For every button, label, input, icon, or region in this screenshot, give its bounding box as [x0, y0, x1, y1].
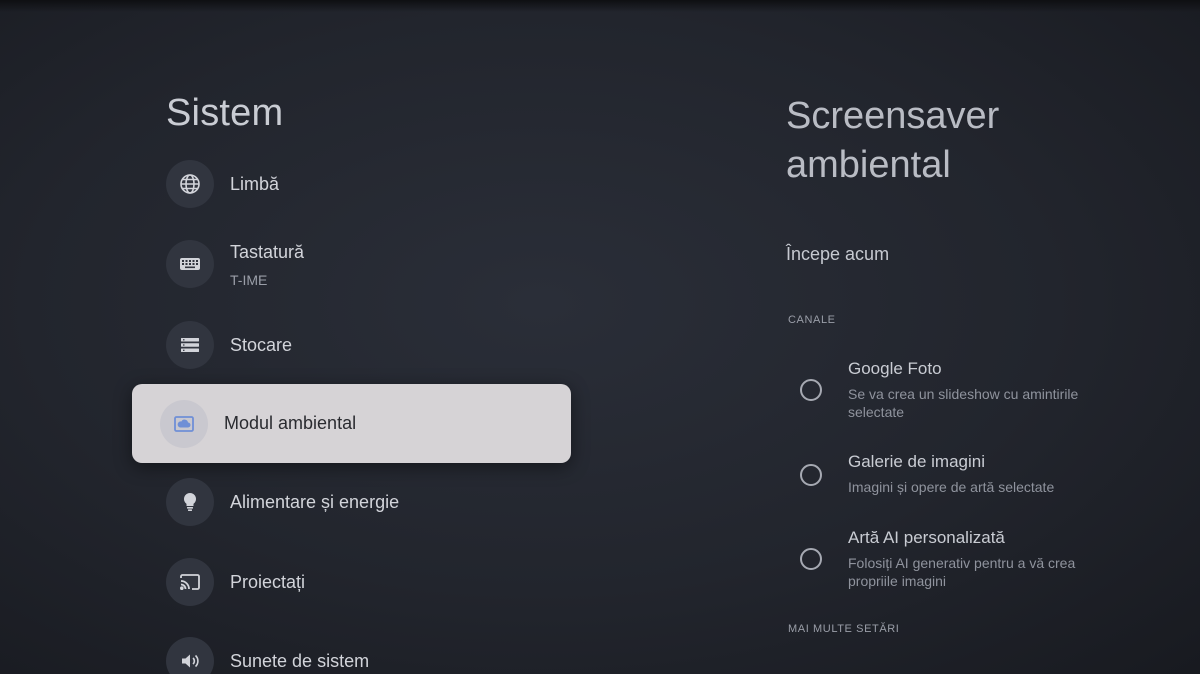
- globe-icon: [166, 160, 214, 208]
- option-description: Se va crea un slideshow cu amintirile se…: [848, 386, 1079, 420]
- option-title: Google Foto: [848, 359, 942, 378]
- radio-button[interactable]: [800, 464, 822, 486]
- menu-item-sunete[interactable]: Sunete de sistem: [166, 637, 566, 674]
- option-title: Artă AI personalizată: [848, 528, 1005, 547]
- menu-sublabel: T-IME: [230, 272, 268, 288]
- menu-label: Alimentare și energie: [230, 492, 400, 512]
- menu-label: Modul ambiental: [224, 413, 357, 433]
- menu-label: Stocare: [230, 335, 293, 355]
- top-edge: [0, 0, 1200, 12]
- lightbulb-icon: [166, 478, 214, 526]
- menu-item-proiectati[interactable]: Proiectați: [166, 558, 566, 618]
- menu-item-tastatura[interactable]: Tastatură T-IME: [166, 240, 566, 300]
- storage-icon: [166, 321, 214, 369]
- menu-item-stocare[interactable]: Stocare: [166, 321, 566, 381]
- menu-label: Sunete de sistem: [230, 651, 370, 671]
- radio-button[interactable]: [800, 548, 822, 570]
- menu-label: Limbă: [230, 174, 280, 194]
- option-description: Imagini și opere de artă selectate: [848, 479, 1055, 495]
- keyboard-icon: [166, 240, 214, 288]
- tv-settings-screen: Sistem Limbă Tastatură T-IME Stocare Mod…: [0, 0, 1200, 674]
- panel-title-sistem: Sistem: [166, 92, 284, 134]
- menu-label: Proiectați: [230, 572, 306, 592]
- option-title: Galerie de imagini: [848, 452, 986, 471]
- section-header-mai-multe-setari: MAI MULTE SETĂRI: [788, 623, 900, 635]
- option-description: Folosiți AI generativ pentru a vă crea p…: [848, 555, 1076, 589]
- volume-icon: [166, 637, 214, 674]
- menu-item-modul-ambiental[interactable]: Modul ambiental: [132, 384, 571, 463]
- menu-item-alimentare[interactable]: Alimentare și energie: [166, 478, 566, 538]
- menu-item-limba[interactable]: Limbă: [166, 160, 566, 220]
- cast-icon: [166, 558, 214, 606]
- panel-title-screensaver: Screensaver ambiental: [786, 95, 1000, 186]
- start-now-button[interactable]: Începe acum: [786, 244, 889, 265]
- menu-label: Tastatură: [230, 242, 305, 262]
- radio-button[interactable]: [800, 379, 822, 401]
- ambient-mode-icon: [160, 400, 208, 448]
- section-header-canale: CANALE: [788, 314, 836, 326]
